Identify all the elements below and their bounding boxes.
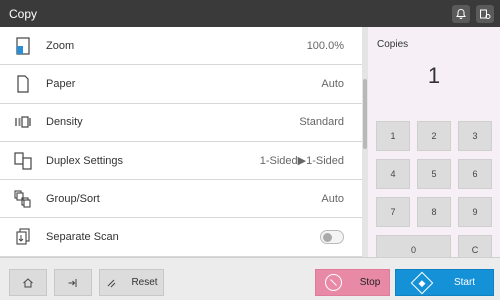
reset-icon	[108, 279, 116, 287]
setting-value: 1-Sided▶1-Sided	[259, 155, 344, 168]
copies-panel: Copies 1 1 2 3 4 5 6 7 8 9 0 C	[368, 27, 500, 265]
copies-count: 1	[427, 63, 441, 88]
bell-icon[interactable]	[452, 4, 470, 23]
setting-label: Group/Sort	[46, 192, 100, 205]
setting-label: Paper	[46, 77, 76, 90]
setting-label: Duplex Settings	[46, 154, 124, 167]
key-2[interactable]: 2	[417, 121, 451, 151]
start-label: Start	[453, 277, 476, 288]
density-icon	[0, 112, 46, 132]
start-icon: ◆	[410, 271, 434, 294]
setting-label: Density	[46, 116, 83, 129]
scrollbar-thumb[interactable]	[363, 79, 367, 149]
key-5[interactable]: 5	[417, 159, 451, 189]
key-3[interactable]: 3	[458, 121, 492, 151]
duplex-icon	[0, 151, 46, 171]
separate-scan-icon	[0, 227, 46, 247]
key-1[interactable]: 1	[376, 121, 410, 151]
setting-label: Zoom	[46, 39, 75, 52]
home-button[interactable]	[9, 269, 47, 296]
setting-value: 100.0%	[306, 39, 344, 52]
key-9[interactable]: 9	[458, 197, 492, 227]
key-6[interactable]: 6	[458, 159, 492, 189]
app-title: Copy	[9, 6, 38, 21]
login-icon	[68, 278, 77, 287]
setting-separate-scan[interactable]: Separate Scan	[0, 218, 362, 257]
setting-zoom[interactable]: Zoom 100.0%	[0, 27, 362, 66]
keypad: 1 2 3 4 5 6 7 8 9 0 C	[376, 121, 492, 265]
paper-icon	[0, 74, 46, 94]
settings-list: Zoom 100.0% Paper Auto Density Standard …	[0, 27, 362, 257]
setting-label: Separate Scan	[46, 231, 119, 244]
bottom-bar: Reset Stop ◆ Start	[0, 257, 500, 300]
setting-duplex[interactable]: Duplex Settings 1-Sided▶1-Sided	[0, 142, 362, 181]
setting-group-sort[interactable]: Group/Sort Auto	[0, 180, 362, 219]
start-button[interactable]: ◆ Start	[395, 269, 494, 296]
home-icon	[23, 277, 33, 287]
setting-value: Auto	[321, 77, 344, 90]
stop-icon	[324, 274, 342, 291]
device-status-icon[interactable]	[476, 4, 494, 23]
setting-value: Standard	[299, 116, 344, 129]
setting-paper[interactable]: Paper Auto	[0, 65, 362, 104]
input-mode-button[interactable]	[54, 269, 92, 296]
reset-button[interactable]: Reset	[99, 269, 164, 296]
key-7[interactable]: 7	[376, 197, 410, 227]
copies-caption: Copies	[377, 39, 409, 50]
stop-label: Stop	[359, 277, 381, 288]
reset-label: Reset	[131, 277, 158, 288]
stop-button[interactable]: Stop	[315, 269, 390, 296]
key-4[interactable]: 4	[376, 159, 410, 189]
setting-density[interactable]: Density Standard	[0, 104, 362, 142]
zoom-icon	[0, 36, 46, 56]
setting-value: Auto	[321, 192, 344, 205]
group-sort-icon	[0, 189, 46, 209]
separate-scan-toggle[interactable]	[320, 230, 344, 245]
key-8[interactable]: 8	[417, 197, 451, 227]
title-bar: Copy	[0, 0, 500, 27]
